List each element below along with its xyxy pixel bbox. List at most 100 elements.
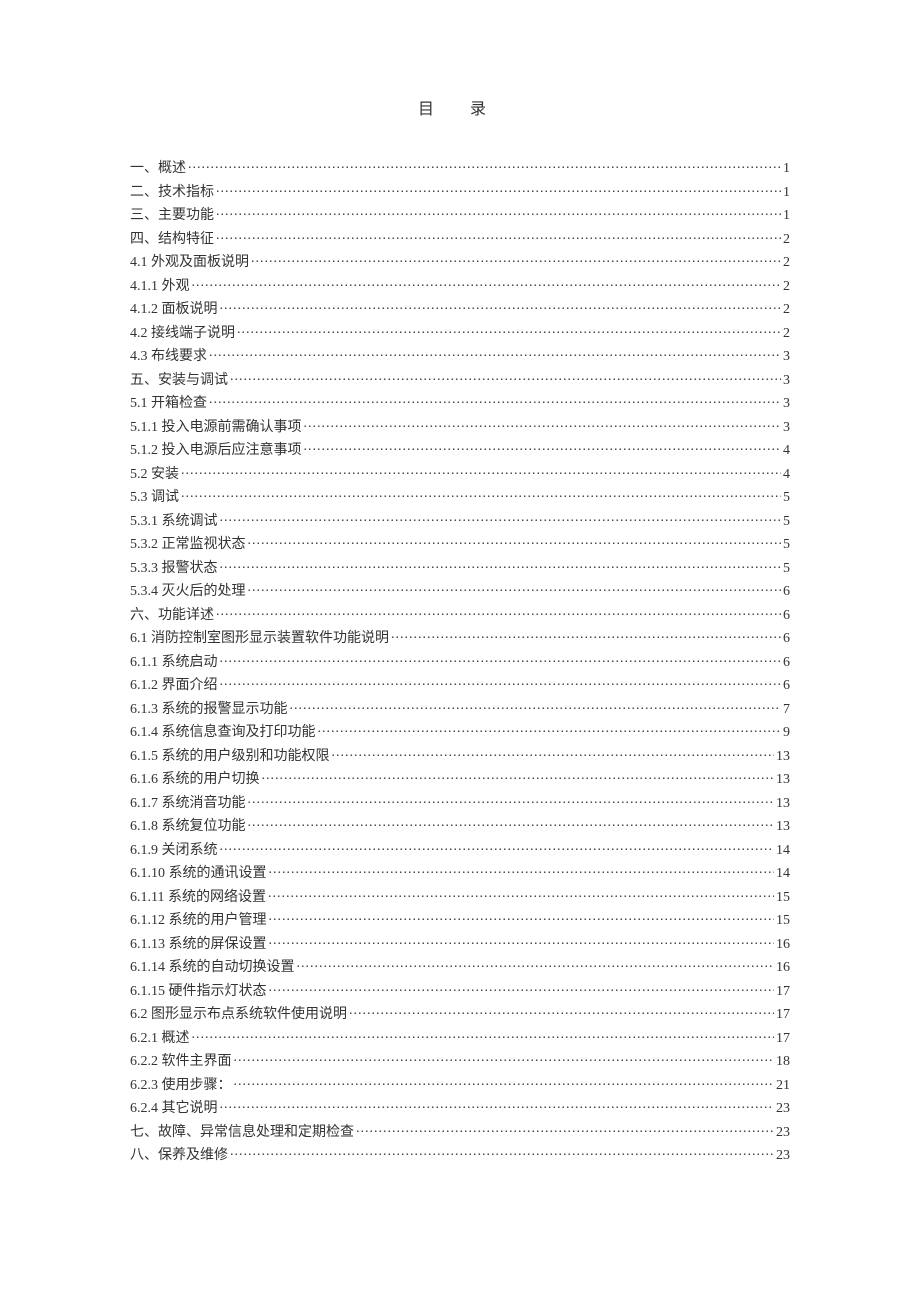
toc-leader-dots: [181, 464, 781, 478]
toc-entry: 6.2.2 软件主界面 18: [130, 1050, 790, 1074]
toc-entry: 6.1.13 系统的屏保设置16: [130, 933, 790, 957]
toc-entry-label: 6.1.4 系统信息查询及打印功能: [130, 721, 316, 745]
toc-entry-page: 6: [783, 651, 790, 675]
toc-entry: 七、故障、异常信息处理和定期检查 23: [130, 1121, 790, 1145]
toc-leader-dots: [297, 957, 775, 971]
toc-entry-label: 4.1 外观及面板说明: [130, 251, 249, 275]
toc-leader-dots: [220, 558, 782, 572]
toc-entry: 6.1.15 硬件指示灯状态17: [130, 980, 790, 1004]
toc-entry-label: 5.3.2 正常监视状态: [130, 533, 246, 557]
toc-entry: 6.1 消防控制室图形显示装置软件功能说明 6: [130, 627, 790, 651]
toc-entry: 4.2 接线端子说明2: [130, 322, 790, 346]
toc-entry-page: 18: [776, 1050, 790, 1074]
toc-entry: 6.1.4 系统信息查询及打印功能9: [130, 721, 790, 745]
toc-entry-label: 5.2 安装: [130, 463, 179, 487]
toc-entry-label: 5.3.1 系统调试: [130, 510, 218, 534]
toc-leader-dots: [304, 417, 782, 431]
toc-entry-page: 17: [776, 980, 790, 1004]
toc-entry: 四、结构特征2: [130, 228, 790, 252]
toc-leader-dots: [318, 722, 782, 736]
toc-entry: 4.1.1 外观 2: [130, 275, 790, 299]
toc-entry-label: 6.1.7 系统消音功能: [130, 792, 246, 816]
toc-entry-label: 6.2.1 概述: [130, 1027, 190, 1051]
toc-leader-dots: [230, 1145, 774, 1159]
toc-leader-dots: [248, 793, 775, 807]
toc-entry: 二、技术指标1: [130, 181, 790, 205]
toc-entry: 5.3.2 正常监视状态5: [130, 533, 790, 557]
toc-leader-dots: [262, 769, 775, 783]
toc-entry: 5.2 安装 4: [130, 463, 790, 487]
toc-entry: 6.1.14 系统的自动切换设置16: [130, 956, 790, 980]
toc-leader-dots: [188, 158, 781, 172]
toc-leader-dots: [290, 699, 782, 713]
toc-entry: 八、保养及维修23: [130, 1144, 790, 1168]
toc-entry-page: 3: [783, 416, 790, 440]
toc-leader-dots: [192, 276, 782, 290]
toc-entry-page: 2: [783, 322, 790, 346]
toc-entry-label: 4.3 布线要求: [130, 345, 207, 369]
toc-entry-label: 6.1 消防控制室图形显示装置软件功能说明: [130, 627, 389, 651]
toc-entry: 6.1.5 系统的用户级别和功能权限13: [130, 745, 790, 769]
toc-entry: 6.1.7 系统消音功能 13: [130, 792, 790, 816]
toc-list: 一、概述1二、技术指标1三、主要功能1四、结构特征24.1 外观及面板说明24.…: [130, 157, 790, 1168]
toc-entry-page: 4: [783, 439, 790, 463]
toc-entry-label: 6.2.3 使用步骤：: [130, 1074, 232, 1098]
toc-entry: 5.3.3 报警状态5: [130, 557, 790, 581]
toc-leader-dots: [192, 1028, 775, 1042]
toc-entry-label: 六、功能详述: [130, 604, 214, 628]
toc-entry: 6.1.6 系统的用户切换13: [130, 768, 790, 792]
toc-entry-page: 4: [783, 463, 790, 487]
toc-entry-label: 6.2.2 软件主界面: [130, 1050, 232, 1074]
toc-entry: 六、功能详述6: [130, 604, 790, 628]
toc-leader-dots: [248, 581, 782, 595]
toc-entry-page: 2: [783, 275, 790, 299]
toc-entry-label: 4.1.1 外观: [130, 275, 190, 299]
toc-leader-dots: [269, 910, 775, 924]
toc-page: 目 录 一、概述1二、技术指标1三、主要功能1四、结构特征24.1 外观及面板说…: [130, 95, 790, 1168]
toc-leader-dots: [230, 370, 781, 384]
toc-entry-page: 21: [776, 1074, 790, 1098]
toc-entry-page: 7: [783, 698, 790, 722]
toc-leader-dots: [209, 346, 781, 360]
toc-entry-label: 6.1.1 系统启动: [130, 651, 218, 675]
toc-title: 目 录: [130, 95, 790, 119]
toc-entry-label: 五、安装与调试: [130, 369, 228, 393]
toc-entry: 5.1.1 投入电源前需确认事项 3: [130, 416, 790, 440]
toc-entry-label: 6.1.11 系统的网络设置: [130, 886, 266, 910]
toc-entry-page: 1: [783, 157, 790, 181]
toc-leader-dots: [234, 1051, 775, 1065]
toc-entry-label: 6.1.14 系统的自动切换设置: [130, 956, 295, 980]
toc-entry-label: 5.1.1 投入电源前需确认事项: [130, 416, 302, 440]
toc-leader-dots: [237, 323, 781, 337]
toc-entry: 6.1.8 系统复位功能13: [130, 815, 790, 839]
toc-entry-page: 13: [776, 745, 790, 769]
toc-entry-page: 23: [776, 1121, 790, 1145]
toc-leader-dots: [332, 746, 775, 760]
toc-entry-label: 二、技术指标: [130, 181, 214, 205]
toc-entry-page: 17: [776, 1003, 790, 1027]
toc-entry-label: 6.1.10 系统的通讯设置: [130, 862, 267, 886]
toc-entry: 6.1.2 界面介绍6: [130, 674, 790, 698]
toc-entry-label: 5.3.3 报警状态: [130, 557, 218, 581]
toc-entry-page: 6: [783, 627, 790, 651]
toc-leader-dots: [269, 934, 775, 948]
toc-entry-label: 4.1.2 面板说明: [130, 298, 218, 322]
toc-leader-dots: [234, 1075, 775, 1089]
toc-entry-page: 2: [783, 251, 790, 275]
toc-entry-label: 6.1.8 系统复位功能: [130, 815, 246, 839]
toc-entry-page: 17: [776, 1027, 790, 1051]
toc-entry-page: 16: [776, 933, 790, 957]
toc-entry-page: 13: [776, 768, 790, 792]
toc-entry-label: 八、保养及维修: [130, 1144, 228, 1168]
toc-entry-label: 七、故障、异常信息处理和定期检查: [130, 1121, 354, 1145]
toc-entry: 5.1 开箱检查3: [130, 392, 790, 416]
toc-leader-dots: [216, 205, 781, 219]
toc-entry-page: 13: [776, 792, 790, 816]
toc-leader-dots: [304, 440, 782, 454]
toc-entry: 一、概述1: [130, 157, 790, 181]
toc-entry: 6.1.3 系统的报警显示功能7: [130, 698, 790, 722]
toc-entry: 6.1.10 系统的通讯设置14: [130, 862, 790, 886]
toc-entry: 5.3 调试5: [130, 486, 790, 510]
toc-leader-dots: [356, 1122, 774, 1136]
toc-entry-page: 23: [776, 1097, 790, 1121]
